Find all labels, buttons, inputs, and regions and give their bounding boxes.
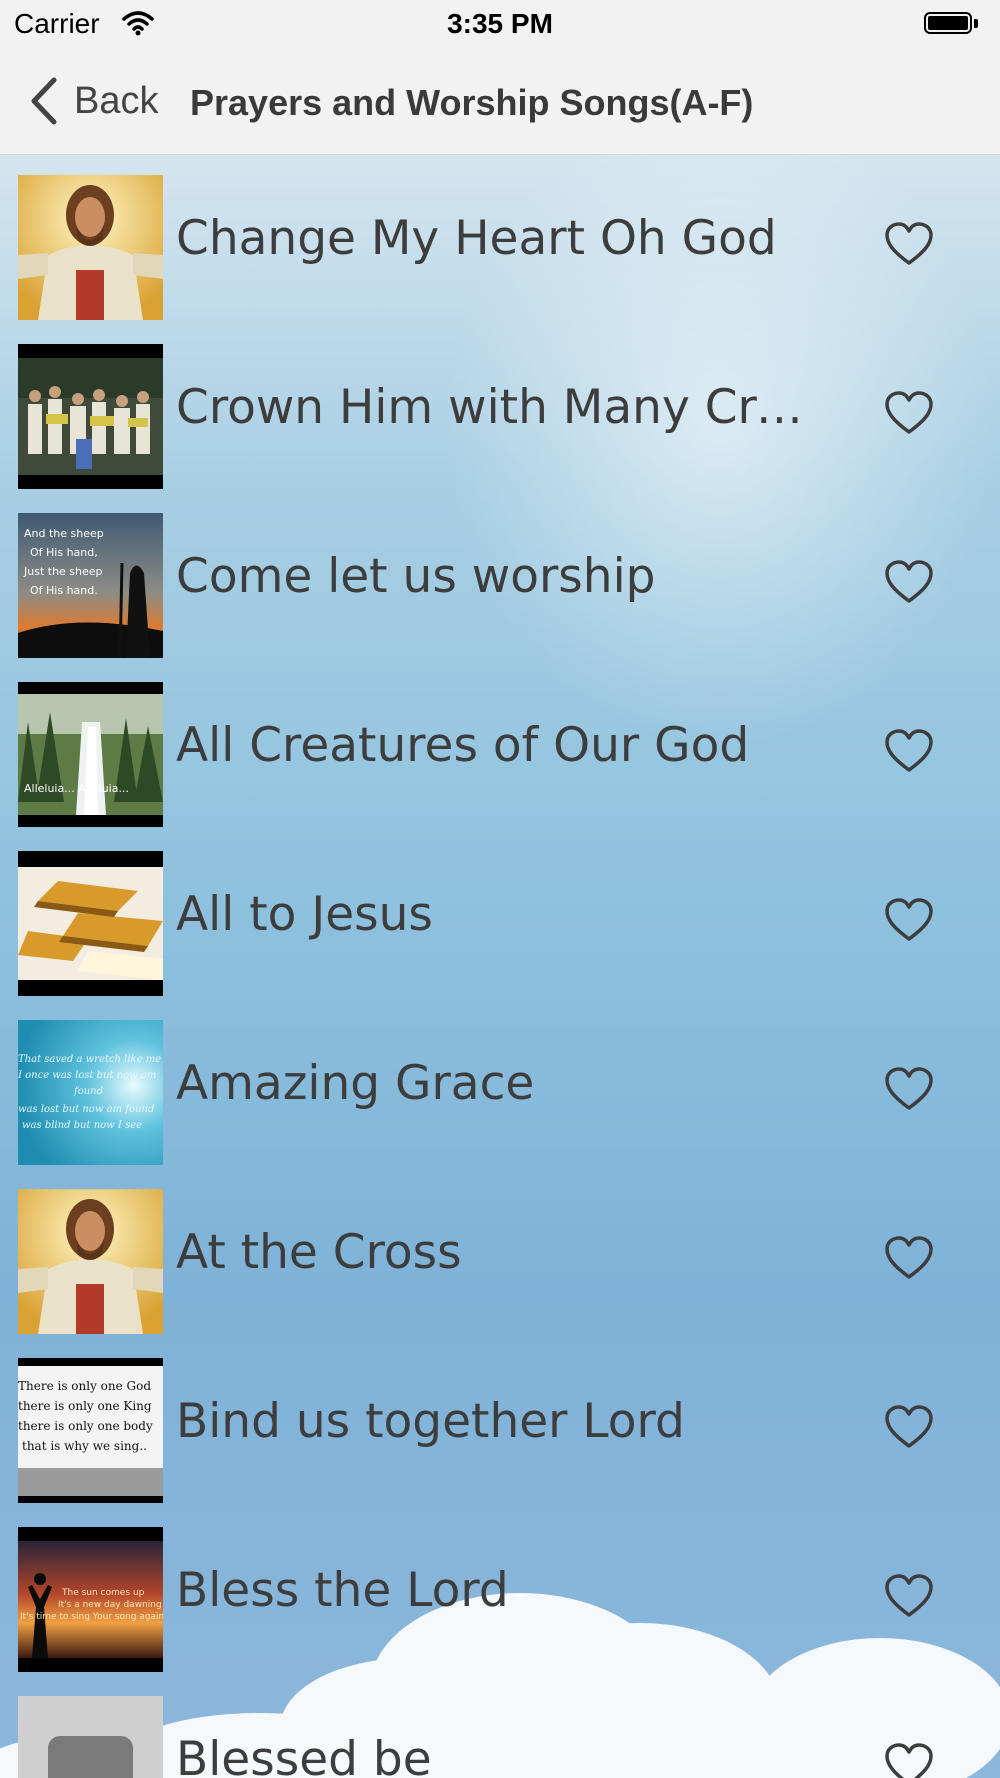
thumbnail-caption: there is only one body bbox=[18, 1419, 153, 1433]
song-title: Bind us together Lord bbox=[176, 1394, 685, 1449]
song-list-view[interactable]: Change My Heart Oh God Crown Him with Ma… bbox=[0, 155, 1000, 1778]
page-title: Prayers and Worship Songs(A-F) bbox=[190, 82, 754, 123]
back-button[interactable]: Back bbox=[28, 76, 158, 126]
favorite-heart-icon[interactable] bbox=[884, 221, 934, 267]
song-title: Come let us worship bbox=[176, 549, 656, 604]
chevron-left-icon bbox=[31, 77, 57, 125]
song-row[interactable]: Crown Him with Many Cro... bbox=[0, 324, 1000, 489]
song-thumbnail: That saved a wretch like me I once was l… bbox=[18, 1020, 163, 1165]
song-title: Crown Him with Many Cro... bbox=[176, 380, 816, 435]
favorite-heart-icon[interactable] bbox=[884, 897, 934, 943]
navigation-bar: Back Prayers and Worship Songs(A-F) bbox=[0, 50, 1000, 155]
song-row[interactable]: All to Jesus bbox=[0, 831, 1000, 996]
back-label: Back bbox=[74, 79, 159, 122]
thumbnail-caption: There is only one God bbox=[18, 1379, 151, 1393]
favorite-heart-icon[interactable] bbox=[884, 1404, 934, 1450]
song-thumbnail bbox=[18, 344, 163, 489]
song-row[interactable]: The sun comes up It's a new day dawning … bbox=[0, 1507, 1000, 1672]
song-row[interactable]: That saved a wretch like me I once was l… bbox=[0, 1000, 1000, 1165]
song-thumbnail bbox=[18, 1189, 163, 1334]
thumbnail-caption: I once was lost but now am bbox=[18, 1070, 156, 1081]
song-thumbnail bbox=[18, 1696, 163, 1778]
thumbnail-caption: there is only one King bbox=[18, 1399, 152, 1413]
status-time: 3:35 PM bbox=[447, 8, 553, 39]
favorite-heart-icon[interactable] bbox=[884, 390, 934, 436]
song-title: Amazing Grace bbox=[176, 1056, 535, 1111]
thumbnail-caption: Just the sheep bbox=[23, 565, 103, 578]
thumbnail-caption: And the sheep bbox=[24, 527, 104, 540]
song-title: At the Cross bbox=[176, 1225, 462, 1280]
favorite-heart-icon[interactable] bbox=[884, 1742, 934, 1778]
song-row[interactable]: Blessed be bbox=[0, 1676, 1000, 1778]
song-title: All to Jesus bbox=[176, 887, 433, 942]
status-bar: Carrier 3:35 PM bbox=[0, 0, 1000, 50]
song-row[interactable]: There is only one God there is only one … bbox=[0, 1338, 1000, 1503]
favorite-heart-icon[interactable] bbox=[884, 1573, 934, 1619]
favorite-heart-icon[interactable] bbox=[884, 559, 934, 605]
thumbnail-caption: Alleluia... Alleluia... bbox=[24, 782, 129, 795]
song-thumbnail: Alleluia... Alleluia... bbox=[18, 682, 163, 827]
thumbnail-caption: Of His hand, bbox=[30, 546, 98, 559]
song-title: Bless the Lord bbox=[176, 1563, 509, 1618]
song-thumbnail bbox=[18, 175, 163, 320]
thumbnail-caption: The sun comes up bbox=[61, 1588, 145, 1598]
song-thumbnail: And the sheep Of His hand, Just the shee… bbox=[18, 513, 163, 658]
thumbnail-caption: It's a new day dawning bbox=[58, 1600, 162, 1610]
song-thumbnail bbox=[18, 851, 163, 996]
song-thumbnail: There is only one God there is only one … bbox=[18, 1358, 163, 1503]
thumbnail-caption: found bbox=[73, 1086, 103, 1097]
thumbnail-caption: was lost but now am found bbox=[18, 1104, 154, 1115]
song-row[interactable]: Change My Heart Oh God bbox=[0, 155, 1000, 320]
favorite-heart-icon[interactable] bbox=[884, 728, 934, 774]
song-title: Blessed be bbox=[176, 1732, 432, 1778]
song-title: Change My Heart Oh God bbox=[176, 211, 777, 266]
song-row[interactable]: And the sheep Of His hand, Just the shee… bbox=[0, 493, 1000, 658]
thumbnail-caption: was blind but now I see bbox=[22, 1120, 142, 1131]
thumbnail-caption: that is why we sing.. bbox=[22, 1439, 147, 1453]
battery-icon bbox=[924, 12, 980, 36]
song-thumbnail: The sun comes up It's a new day dawning … bbox=[18, 1527, 163, 1672]
thumbnail-caption: It's time to sing Your song again bbox=[20, 1612, 163, 1622]
song-title: All Creatures of Our God bbox=[176, 718, 750, 773]
favorite-heart-icon[interactable] bbox=[884, 1235, 934, 1281]
favorite-heart-icon[interactable] bbox=[884, 1066, 934, 1112]
thumbnail-caption: Of His hand. bbox=[30, 584, 98, 597]
song-row[interactable]: At the Cross bbox=[0, 1169, 1000, 1334]
song-row[interactable]: Alleluia... Alleluia... All Creatures of… bbox=[0, 662, 1000, 827]
thumbnail-caption: That saved a wretch like me bbox=[18, 1054, 161, 1065]
